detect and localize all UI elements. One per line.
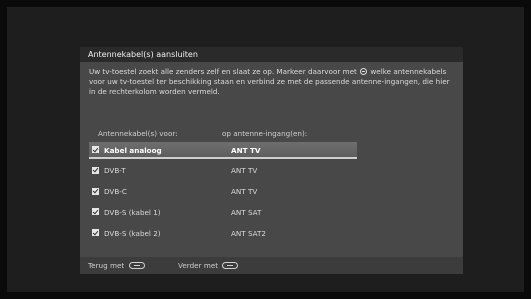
ok-button-icon <box>360 68 368 75</box>
next-button[interactable]: Verder met <box>178 257 239 274</box>
antenna-cable-dialog: Antennekabel(s) aansluiten Uw tv-toestel… <box>80 47 463 274</box>
row-name: DVB-S (kabel 1) <box>104 207 161 217</box>
dialog-description: Uw tv-toestel zoekt alle zenders zelf en… <box>89 67 457 97</box>
row-input: ANT SAT <box>231 207 262 217</box>
description-text-1: Uw tv-toestel zoekt alle zenders zelf en… <box>89 67 357 76</box>
list-row-dvb-t[interactable]: DVB-T ANT TV <box>89 163 357 180</box>
antenna-list: Kabel analoog ANT TV DVB-T ANT TV DVB-C … <box>89 142 357 246</box>
checkbox-checked-icon[interactable] <box>92 166 99 174</box>
remote-pill-icon <box>222 262 239 269</box>
dialog-footer: Terug met Verder met <box>80 257 463 274</box>
list-row-kabel-analoog[interactable]: Kabel analoog ANT TV <box>89 142 357 159</box>
row-input: ANT SAT2 <box>231 228 266 238</box>
checkbox-checked-icon[interactable] <box>92 208 99 216</box>
remote-pill-icon <box>128 262 145 269</box>
row-name: Kabel analoog <box>104 145 162 155</box>
list-row-dvb-s-1[interactable]: DVB-S (kabel 1) ANT SAT <box>89 204 357 221</box>
column-header-cable: Antennekabel(s) voor: <box>98 129 178 138</box>
list-row-dvb-s-2[interactable]: DVB-S (kabel 2) ANT SAT2 <box>89 225 357 242</box>
next-label: Verder met <box>178 261 219 270</box>
checkbox-checked-icon[interactable] <box>92 187 99 195</box>
row-name: DVB-S (kabel 2) <box>104 228 161 238</box>
row-name: DVB-T <box>104 166 126 176</box>
dialog-title: Antennekabel(s) aansluiten <box>80 47 463 62</box>
row-name: DVB-C <box>104 187 127 197</box>
tv-screen: Antennekabel(s) aansluiten Uw tv-toestel… <box>7 7 524 292</box>
back-button[interactable]: Terug met <box>88 257 145 274</box>
checkbox-checked-icon[interactable] <box>92 229 99 237</box>
list-row-dvb-c[interactable]: DVB-C ANT TV <box>89 184 357 201</box>
row-input: ANT TV <box>231 145 261 155</box>
back-label: Terug met <box>88 261 125 270</box>
checkbox-checked-icon[interactable] <box>92 146 99 153</box>
row-input: ANT TV <box>231 166 258 176</box>
row-input: ANT TV <box>231 187 258 197</box>
column-header-input: op antenne-ingang(en): <box>222 129 308 138</box>
